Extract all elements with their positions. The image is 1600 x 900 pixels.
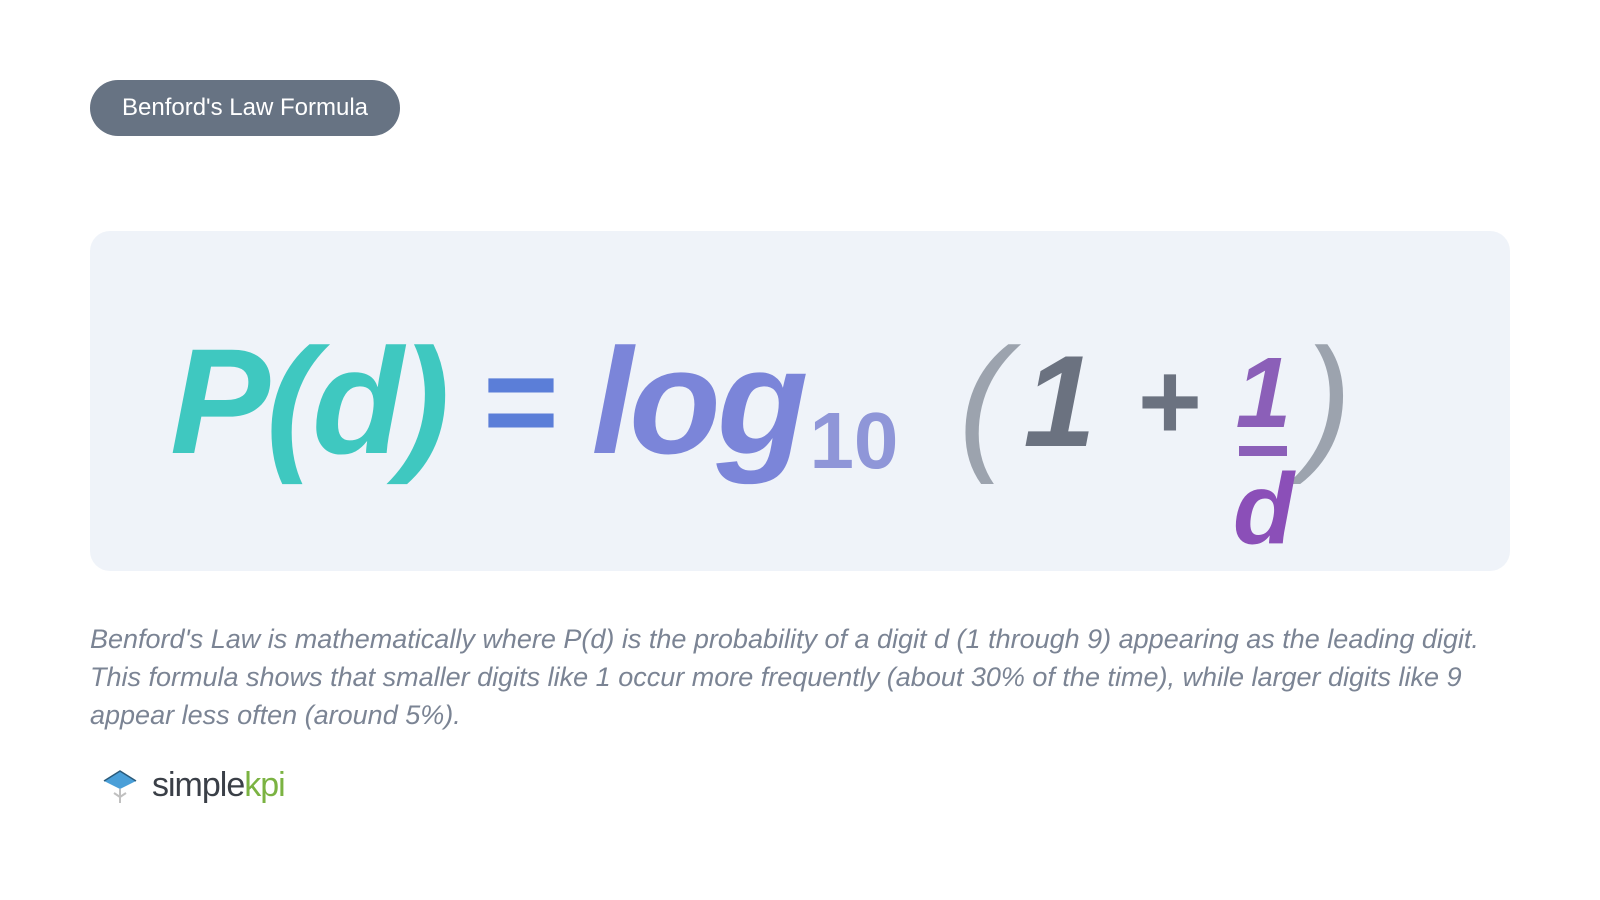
title-pill: Benford's Law Formula [90, 80, 400, 136]
formula-close-paren: ) [1302, 315, 1352, 488]
logo-text: simplekpi [152, 766, 285, 805]
formula-box: P(d) = log 10 ( 1 + 1 d ) [90, 231, 1510, 571]
fraction-denominator: d [1233, 464, 1294, 554]
formula-log: log [592, 315, 805, 488]
formula-plus: + [1136, 338, 1200, 465]
logo-kpi: kpi [244, 766, 284, 804]
brand-logo: simplekpi [100, 765, 285, 805]
title-text: Benford's Law Formula [122, 94, 368, 121]
description-text: Benford's Law is mathematically where P(… [90, 621, 1510, 734]
formula-fraction: 1 d [1233, 348, 1294, 554]
logo-simple: simple [152, 766, 244, 804]
formula-log-subscript: 10 [809, 395, 898, 487]
page-container: Benford's Law Formula P(d) = log 10 ( 1 … [0, 0, 1600, 900]
formula-open-paren: ( [958, 315, 1008, 488]
formula-equals: = [481, 326, 557, 476]
formula: P(d) = log 10 ( 1 + 1 d ) [170, 298, 1352, 504]
formula-pd: P(d) [170, 315, 446, 488]
formula-one: 1 [1023, 326, 1095, 476]
fraction-numerator: 1 [1236, 348, 1292, 438]
logo-icon [100, 765, 140, 805]
